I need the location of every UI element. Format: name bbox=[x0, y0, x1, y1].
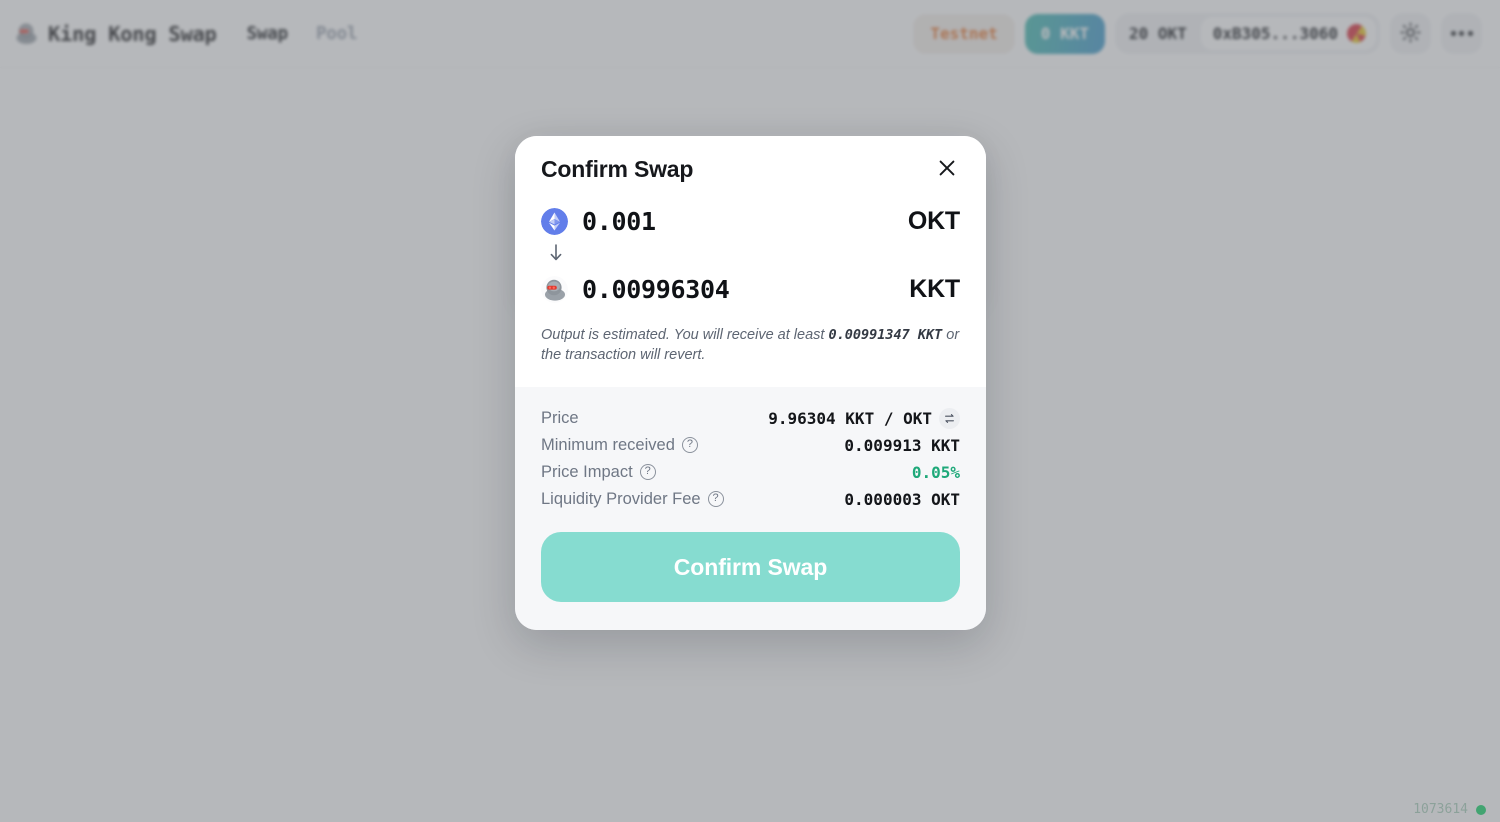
modal-details-section: Price 9.96304 KKT / OKT Minimum received… bbox=[515, 387, 986, 512]
watermark: 1073614 bbox=[1413, 802, 1486, 817]
question-mark-icon[interactable]: ? bbox=[639, 464, 656, 480]
watermark-counter: 1073614 bbox=[1413, 802, 1468, 817]
to-token-left: 0.00996304 bbox=[541, 275, 730, 304]
modal-top-section: Confirm Swap 0.001 OKT 0.00996304 KKT Ou… bbox=[515, 136, 986, 387]
label-minimum-received: Minimum received ? bbox=[541, 436, 698, 455]
from-token-amount: 0.001 bbox=[582, 206, 656, 236]
close-button[interactable] bbox=[934, 157, 960, 183]
modal-action-section: Confirm Swap bbox=[515, 512, 986, 630]
confirm-swap-modal: Confirm Swap 0.001 OKT 0.00996304 KKT Ou… bbox=[515, 136, 986, 630]
ethereum-token-icon bbox=[541, 207, 568, 235]
value-price-text: 9.96304 KKT / OKT bbox=[768, 408, 932, 428]
label-price: Price bbox=[541, 408, 579, 427]
from-token-row: 0.001 OKT bbox=[541, 201, 960, 241]
to-token-amount: 0.00996304 bbox=[582, 274, 730, 304]
to-token-row: 0.00996304 KKT bbox=[541, 269, 960, 309]
confirm-swap-button[interactable]: Confirm Swap bbox=[541, 532, 960, 602]
swap-direction-indicator bbox=[541, 241, 960, 269]
label-lp-fee: Liquidity Provider Fee ? bbox=[541, 490, 724, 509]
estimate-note-prefix: Output is estimated. You will receive at… bbox=[541, 327, 829, 343]
from-token-left: 0.001 bbox=[541, 207, 656, 236]
value-price: 9.96304 KKT / OKT bbox=[768, 407, 960, 429]
swap-direction-icon[interactable] bbox=[939, 407, 960, 429]
from-token-symbol: OKT bbox=[907, 206, 960, 235]
question-mark-icon[interactable]: ? bbox=[707, 491, 724, 507]
question-mark-icon[interactable]: ? bbox=[681, 437, 698, 453]
green-status-dot bbox=[1476, 804, 1486, 815]
modal-detail-rows: Price 9.96304 KKT / OKT Minimum received… bbox=[541, 405, 960, 512]
kkt-token-icon bbox=[541, 275, 568, 303]
row-minimum-received: Minimum received ? 0.009913 KKT bbox=[541, 432, 960, 458]
value-lp-fee: 0.000003 OKT bbox=[844, 489, 960, 509]
modal-titlebar: Confirm Swap bbox=[541, 156, 960, 183]
estimate-note: Output is estimated. You will receive at… bbox=[541, 325, 960, 365]
row-price-impact: Price Impact ? 0.05% bbox=[541, 459, 960, 485]
row-price: Price 9.96304 KKT / OKT bbox=[541, 405, 960, 431]
modal-title: Confirm Swap bbox=[541, 156, 694, 182]
row-lp-fee: Liquidity Provider Fee ? 0.000003 OKT bbox=[541, 486, 960, 512]
value-price-impact: 0.05% bbox=[911, 462, 960, 482]
value-minimum-received: 0.009913 KKT bbox=[844, 435, 960, 455]
label-price-impact: Price Impact ? bbox=[541, 463, 656, 482]
estimate-note-minimum: 0.00991347 KKT bbox=[828, 327, 943, 343]
arrow-down-icon bbox=[548, 243, 564, 267]
app-root: King Kong Swap Swap Pool Testnet 0 KKT 2… bbox=[0, 0, 1500, 822]
close-icon bbox=[936, 157, 958, 182]
to-token-symbol: KKT bbox=[909, 274, 960, 303]
